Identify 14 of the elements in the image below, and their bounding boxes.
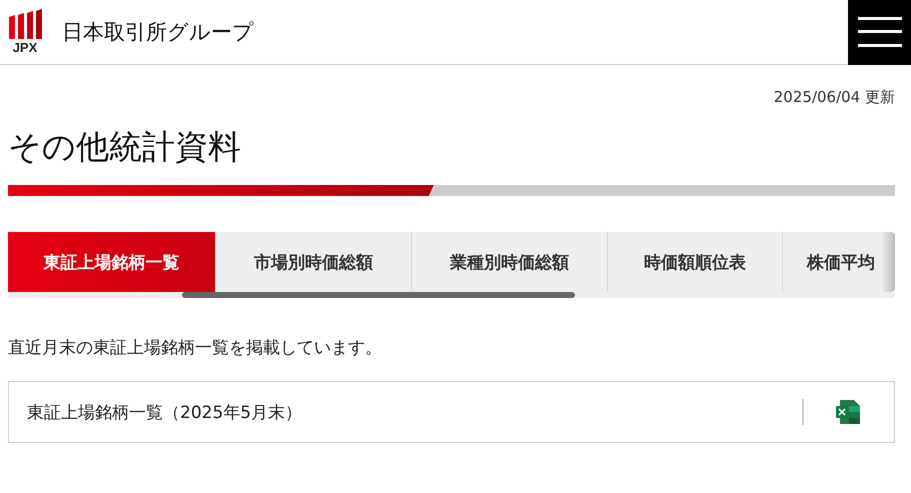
menu-button[interactable] [848, 0, 911, 64]
site-name[interactable]: 日本取引所グループ [62, 18, 848, 46]
logo-icon [8, 9, 42, 39]
update-date: 2025/06/04 更新 [774, 88, 895, 106]
scroll-fade [881, 232, 895, 292]
page-title: その他統計資料 [8, 126, 242, 168]
description: 直近月末の東証上場銘柄一覧を掲載しています。 [8, 337, 383, 360]
file-link[interactable]: 東証上場銘柄一覧（2025年5月末） [27, 400, 802, 424]
logo-text: JPX [12, 41, 38, 55]
file-row[interactable]: 東証上場銘柄一覧（2025年5月末） [8, 381, 895, 443]
scrollbar[interactable] [8, 292, 895, 298]
menu-icon [858, 17, 902, 47]
spreadsheet-icon[interactable] [835, 399, 861, 425]
tab[interactable]: 東証上場銘柄一覧 [8, 232, 216, 292]
